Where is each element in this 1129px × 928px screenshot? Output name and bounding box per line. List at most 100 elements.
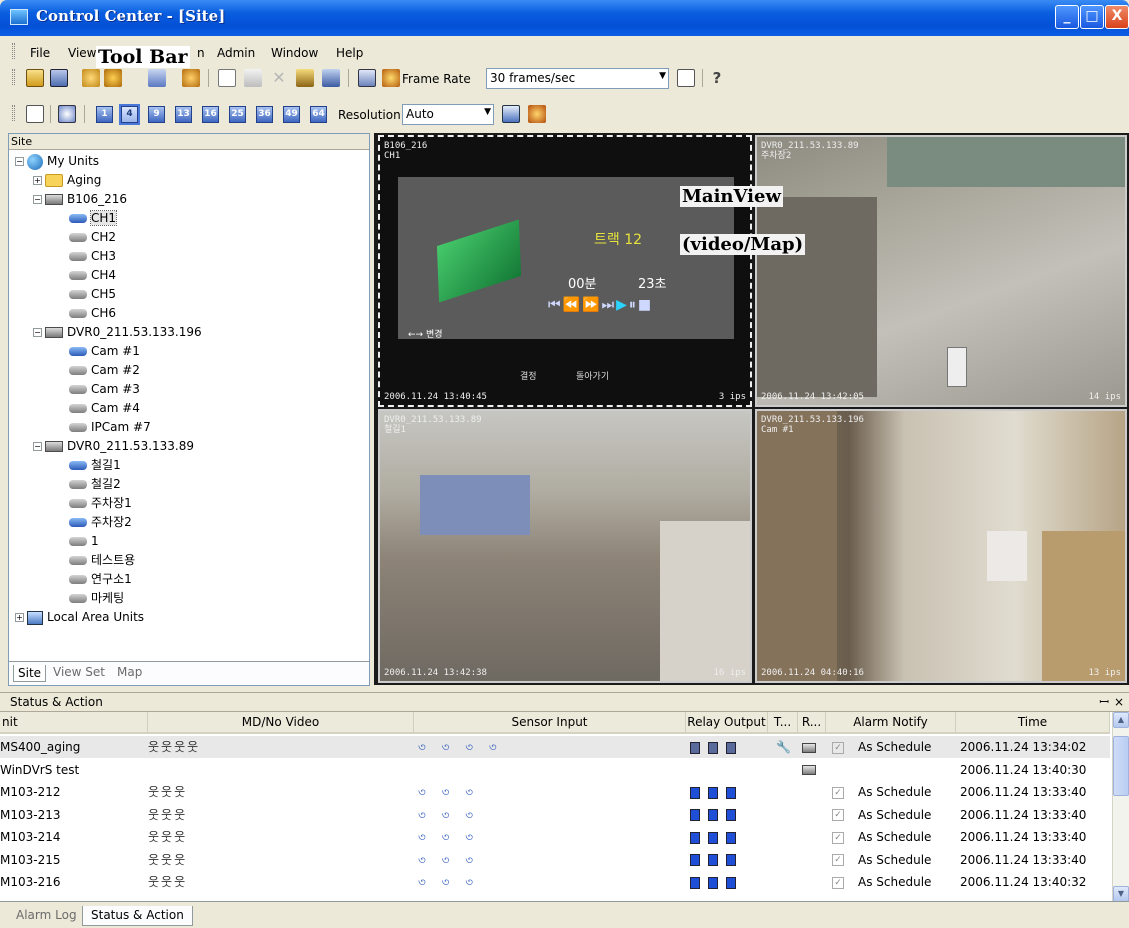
tree-item[interactable]: + Aging (33, 171, 101, 190)
video-pane-office[interactable]: DVR0_211.53.133.196 Cam #1 2006.11.24 04… (755, 409, 1127, 683)
relay-icon[interactable] (726, 741, 736, 754)
expand-icon[interactable]: + (15, 613, 24, 622)
relay-output-icons[interactable] (690, 871, 744, 893)
alarm-notify-checkbox[interactable]: ✓ (832, 849, 844, 871)
relay-icon[interactable] (708, 741, 718, 754)
relay-icon[interactable] (708, 786, 718, 799)
tree-item[interactable]: − DVR0_211.53.133.196 (33, 323, 202, 342)
layout-64-button[interactable]: 64 (310, 106, 327, 123)
apply-icon[interactable] (677, 69, 695, 87)
monitor-icon[interactable] (802, 736, 816, 758)
tab-site[interactable]: Site (13, 665, 47, 682)
settings-icon[interactable] (382, 69, 400, 87)
col-alarm-notify[interactable]: Alarm Notify (826, 712, 956, 734)
tree-item[interactable]: IPCam #7 (69, 418, 151, 437)
backup-icon[interactable] (322, 69, 340, 87)
video-pane-parking[interactable]: DVR0_211.53.133.89 주차장2 2006.11.24 13:42… (755, 135, 1127, 407)
screen-config-icon[interactable] (26, 105, 44, 123)
tree-item[interactable]: Cam #2 (69, 361, 140, 380)
alarm-notify-checkbox[interactable]: ✓ (832, 871, 844, 893)
layout-36-button[interactable]: 36 (256, 106, 273, 123)
layout-25-button[interactable]: 25 (229, 106, 246, 123)
table-row[interactable]: MS400_aging 웃웃웃웃 ৩ ৩ ৩ ৩ 🔧 ✓ As Schedule 2006.… (0, 736, 1110, 758)
tree-item[interactable]: CH2 (69, 228, 116, 247)
table-row[interactable]: M103-213 웃웃웃 ৩ ৩ ৩ ✓ As Schedule 2006.11.24 1… (0, 804, 1110, 826)
alarm-notify-checkbox[interactable]: ✓ (832, 804, 844, 826)
relay-icon[interactable] (690, 854, 700, 866)
relay-icon[interactable] (690, 809, 700, 821)
tree-item[interactable]: 1 (69, 532, 99, 551)
tab-map[interactable]: Map (117, 665, 142, 679)
table-row[interactable]: M103-215 웃웃웃 ৩ ৩ ৩ ✓ As Schedule 2006.11.24 1… (0, 849, 1110, 871)
full-screen-icon[interactable] (26, 69, 44, 87)
layout-16-button[interactable]: 16 (202, 106, 219, 123)
col-t[interactable]: T... (768, 712, 798, 734)
export-icon[interactable] (296, 69, 314, 87)
layout-icon[interactable] (50, 69, 68, 87)
frame-rate-select[interactable]: 30 frames/sec ▼ (486, 68, 669, 89)
relay-icon[interactable] (726, 831, 736, 844)
col-relay-output[interactable]: Relay Output (686, 712, 768, 734)
collapse-icon[interactable]: − (15, 157, 24, 166)
relay-output-icons[interactable] (690, 826, 744, 848)
collapse-icon[interactable]: − (33, 442, 42, 451)
layout-1-button[interactable]: 1 (96, 106, 113, 123)
relay-icon[interactable] (708, 876, 718, 889)
monitor-icon[interactable] (802, 759, 816, 781)
tree-item[interactable]: 테스트용 (69, 551, 135, 570)
layout-4-button[interactable]: 4 (119, 104, 140, 125)
relay-icon[interactable] (690, 741, 700, 754)
layout-49-button[interactable]: 49 (283, 106, 300, 123)
close-button[interactable]: X (1105, 5, 1129, 29)
collapse-icon[interactable]: − (33, 328, 42, 337)
tree-item[interactable]: 연구소1 (69, 570, 132, 589)
minimize-button[interactable]: _ (1055, 5, 1079, 29)
add-icon[interactable] (218, 69, 236, 87)
ptz-icon[interactable] (58, 105, 76, 123)
col-time[interactable]: Time (956, 712, 1110, 734)
col-unit[interactable]: nit (0, 712, 148, 734)
relay-icon[interactable] (690, 876, 700, 889)
collapse-icon[interactable]: − (33, 195, 42, 204)
tree-item[interactable]: CH1 (69, 209, 118, 228)
layout-13-button[interactable]: 13 (175, 106, 192, 123)
relay-icon[interactable] (726, 809, 736, 821)
tree-item[interactable]: − DVR0_211.53.133.89 (33, 437, 194, 456)
tree-item[interactable]: Cam #4 (69, 399, 140, 418)
tree-item[interactable]: CH5 (69, 285, 116, 304)
col-r[interactable]: R... (798, 712, 826, 734)
relay-icon[interactable] (726, 786, 736, 799)
status-scrollbar[interactable]: ▲ ▼ (1112, 712, 1129, 902)
menu-file[interactable]: File (30, 46, 50, 60)
table-row[interactable]: WinDVrS test 2006.11.24 13:40:30 (0, 759, 1110, 781)
tree-item[interactable]: Cam #3 (69, 380, 140, 399)
relay-output-icons[interactable] (690, 736, 744, 758)
scroll-thumb[interactable] (1113, 736, 1129, 796)
relay-icon[interactable] (690, 786, 700, 799)
table-row[interactable]: M103-212 웃웃웃 ৩ ৩ ৩ ✓ As Schedule 2006.11.24 1… (0, 781, 1110, 803)
maximize-button[interactable]: □ (1080, 5, 1104, 29)
menu-partial[interactable]: n (197, 46, 205, 60)
alarm-notify-checkbox[interactable]: ✓ (832, 781, 844, 803)
expand-icon[interactable]: + (33, 176, 42, 185)
tree-item[interactable]: 주차장1 (69, 494, 132, 513)
alarm-notify-checkbox[interactable]: ✓ (832, 736, 844, 758)
alarm-notify-checkbox[interactable]: ✓ (832, 826, 844, 848)
table-row[interactable]: M103-216 웃웃웃 ৩ ৩ ৩ ✓ As Schedule 2006.11.24 1… (0, 871, 1110, 893)
wrench-icon[interactable]: 🔧 (776, 736, 791, 758)
connect-icon[interactable] (82, 69, 100, 87)
scroll-up-icon[interactable]: ▲ (1113, 712, 1129, 728)
tree-item[interactable]: 주차장2 (69, 513, 132, 532)
sequence-icon[interactable] (502, 105, 520, 123)
col-sensor-input[interactable]: Sensor Input (414, 712, 686, 734)
resolution-select[interactable]: Auto ▼ (402, 104, 494, 125)
relay-icon[interactable] (690, 831, 700, 844)
menu-help[interactable]: Help (336, 46, 363, 60)
tree-item[interactable]: − B106_216 (33, 190, 127, 209)
table-row[interactable]: M103-214 웃웃웃 ৩ ৩ ৩ ✓ As Schedule 2006.11.24 1… (0, 826, 1110, 848)
relay-icon[interactable] (726, 876, 736, 889)
tab-view-set[interactable]: View Set (53, 665, 105, 679)
relay-icon[interactable] (708, 854, 718, 866)
close-panel-icon[interactable]: × (1114, 693, 1124, 711)
menu-window[interactable]: Window (271, 46, 318, 60)
